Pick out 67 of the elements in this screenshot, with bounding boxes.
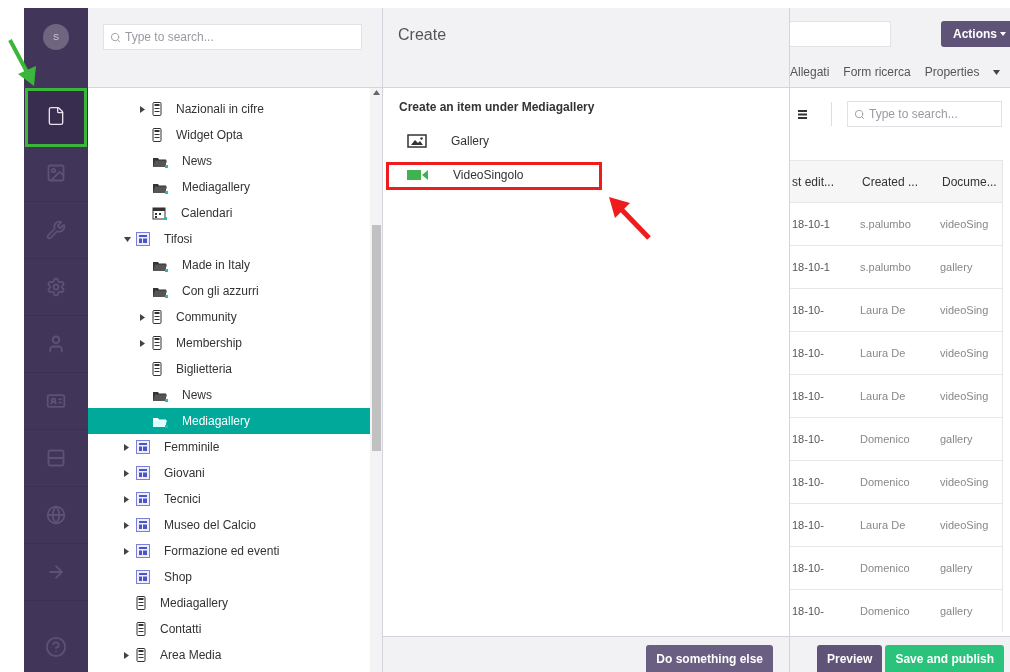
tree-item[interactable]: Tecnici <box>88 486 370 512</box>
table-cell-text: 18-10-1 <box>791 218 831 230</box>
tree-item[interactable]: Community <box>88 304 370 330</box>
table-cell-text: Laura De <box>860 390 907 402</box>
tree-item[interactable]: Nazionali in cifre <box>88 96 370 122</box>
table-cell-text: Domenico <box>860 433 911 445</box>
table-cell-text: s.palumbo <box>860 261 912 273</box>
user-avatar[interactable]: S <box>43 24 69 50</box>
table-cell-text: gallery <box>940 562 974 574</box>
editor-tab[interactable]: Properties <box>924 65 980 79</box>
tree-item[interactable]: Mediagallery <box>88 174 370 200</box>
option-label: Gallery <box>451 134 489 148</box>
tree-item[interactable]: Biglietteria <box>88 356 370 382</box>
panel-title: Create <box>398 25 448 44</box>
table-cell-text: gallery <box>940 433 974 445</box>
table-cell-text: 18-10- <box>791 476 825 488</box>
table-cell-text: Domenico <box>860 476 911 488</box>
document-type-option[interactable]: VideoSingolo <box>399 158 773 192</box>
tree-item[interactable]: Contatti <box>88 616 370 642</box>
table-cell-text: 18-10- <box>791 433 825 445</box>
tree-item[interactable]: Shop <box>88 564 370 590</box>
tree-item[interactable]: Widget Opta <box>88 122 370 148</box>
table-cell-text: 18-10- <box>791 304 825 316</box>
table-cell-text: gallery <box>940 605 974 617</box>
table-cell-text: 18-10- <box>791 519 825 531</box>
tree-item[interactable]: Giovani <box>88 460 370 486</box>
editor-tab[interactable]: Form ricerca <box>843 65 911 79</box>
option-label: VideoSingolo <box>453 168 524 182</box>
table-cell-text: gallery <box>940 261 974 273</box>
table-cell-text: videoSing <box>940 304 990 316</box>
column-header[interactable]: st edit... <box>790 174 860 189</box>
table-cell-text: 18-10- <box>791 562 825 574</box>
table-cell-text: videoSing <box>940 390 990 402</box>
table-cell-text: videoSing <box>940 218 990 230</box>
editor-tab[interactable]: Allegati <box>790 65 830 79</box>
actions-button[interactable]: Actions <box>941 21 1010 47</box>
tree-item[interactable]: Tifosi <box>88 226 370 252</box>
preview-button[interactable]: Preview <box>817 645 883 672</box>
table-cell-text: s.palumbo <box>860 218 912 230</box>
tree-item[interactable]: Con gli azzurri <box>88 278 370 304</box>
table-cell-text: Domenico <box>860 605 911 617</box>
table-cell-text: videoSing <box>940 519 990 531</box>
tree-item[interactable]: Made in Italy <box>88 252 370 278</box>
tree-item[interactable]: Calendari <box>88 200 370 226</box>
column-header[interactable]: Docume... <box>940 174 1003 189</box>
table-cell-text: 18-10- <box>791 390 825 402</box>
table-cell-text: Domenico <box>860 562 911 574</box>
table-cell-text: Laura De <box>860 304 907 316</box>
tree-item[interactable]: Membership <box>88 330 370 356</box>
do-something-else-button[interactable]: Do something else <box>646 645 773 672</box>
tree-item[interactable]: Mediagallery <box>88 590 370 616</box>
table-cell-text: Laura De <box>860 347 907 359</box>
create-subtitle: Create an item under Mediagallery <box>399 100 596 114</box>
document-type-option[interactable]: Gallery <box>399 124 773 158</box>
table-cell-text: Laura De <box>860 519 907 531</box>
table-cell-text: 18-10- <box>791 605 825 617</box>
table-cell-text: videoSing <box>940 347 990 359</box>
tree-item[interactable]: Area Media <box>88 642 370 668</box>
tree-item[interactable]: Formazione ed eventi <box>88 538 370 564</box>
tree-item[interactable]: Museo del Calcio <box>88 512 370 538</box>
table-cell-text: 18-10- <box>791 347 825 359</box>
table-cell-text: videoSing <box>940 476 990 488</box>
tree-item[interactable]: News <box>88 382 370 408</box>
table-cell-text: 18-10-1 <box>791 261 831 273</box>
column-header[interactable]: Created ... <box>860 174 940 189</box>
tree-item[interactable]: Femminile <box>88 434 370 460</box>
tree-item[interactable]: News <box>88 148 370 174</box>
